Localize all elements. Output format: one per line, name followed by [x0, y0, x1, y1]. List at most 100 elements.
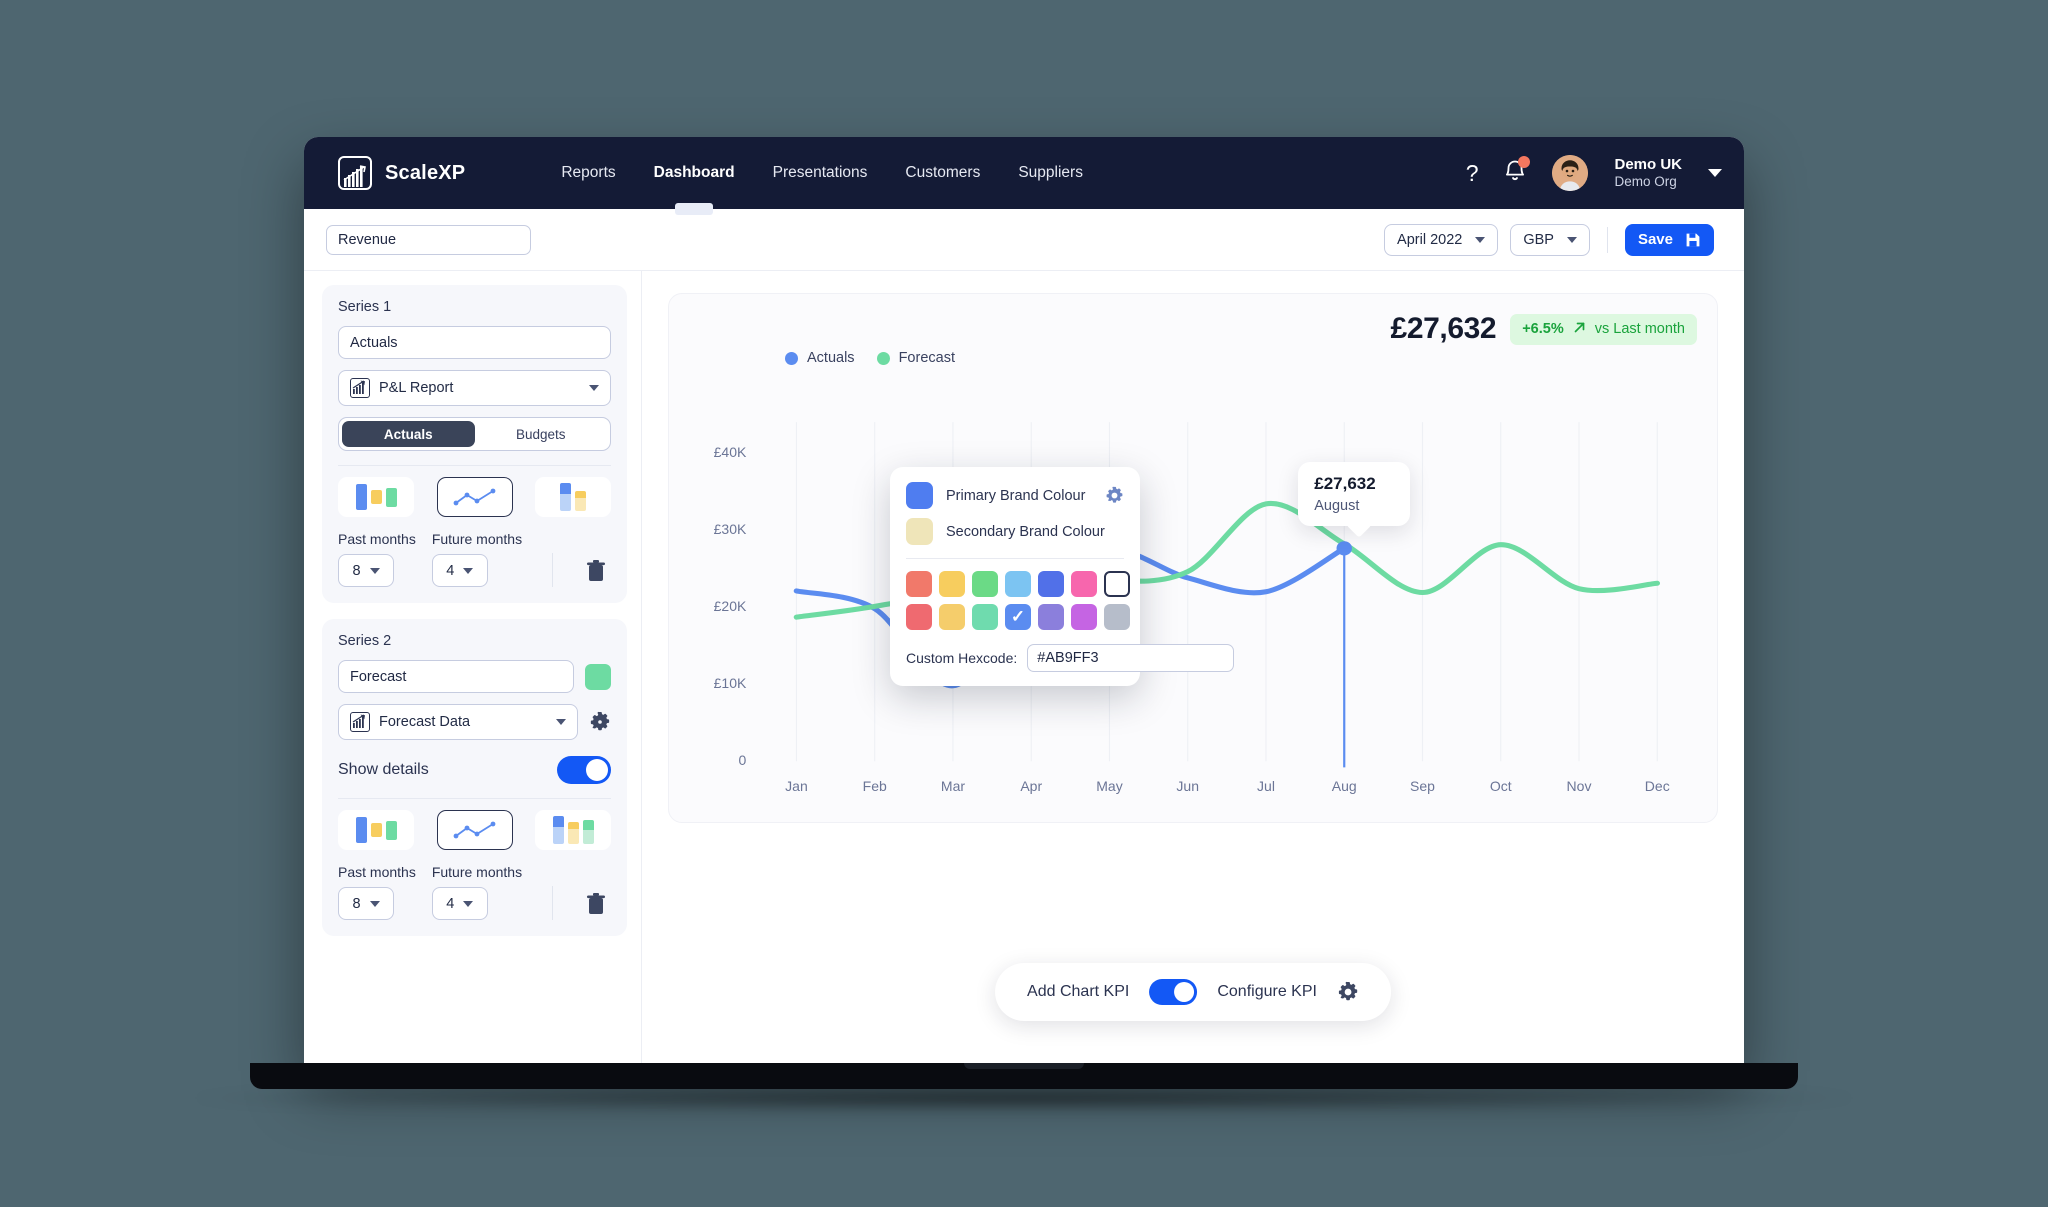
stacked-bar-chart-icon[interactable]: [535, 477, 611, 517]
colour-swatch[interactable]: [1071, 604, 1097, 630]
brand[interactable]: ScaleXP: [338, 156, 465, 190]
primary-brand-row[interactable]: Primary Brand Colour: [906, 482, 1124, 509]
x-axis-tick-label: Dec: [1644, 777, 1670, 794]
chart-header: Actuals Forecast £27,632 +6.5% vs Last m…: [689, 312, 1697, 366]
colour-swatch[interactable]: [1005, 571, 1031, 597]
nav-link-label: Dashboard: [653, 164, 735, 181]
toolbar-right: April 2022 GBP Save: [1384, 223, 1714, 256]
y-axis-tick-label: £40K: [713, 443, 747, 460]
series-name-input[interactable]: [338, 326, 611, 359]
chart-type-row: [338, 477, 611, 517]
colour-swatch[interactable]: [1038, 571, 1064, 597]
series-name-input[interactable]: [338, 660, 574, 693]
colour-swatch[interactable]: [972, 604, 998, 630]
user-block[interactable]: Demo UK Demo Org: [1614, 156, 1682, 191]
gear-icon[interactable]: [589, 711, 611, 733]
colour-swatch[interactable]: ✓: [1005, 604, 1031, 630]
secondary-brand-label: Secondary Brand Colour: [946, 523, 1105, 540]
avatar[interactable]: [1552, 155, 1589, 191]
nav-link-suppliers[interactable]: Suppliers: [1018, 137, 1083, 209]
x-axis-tick-label: Feb: [862, 777, 887, 794]
gear-icon[interactable]: [1337, 981, 1359, 1003]
user-name: Demo UK: [1614, 155, 1682, 173]
colour-swatch[interactable]: [1104, 571, 1130, 597]
notification-dot: [1518, 156, 1531, 168]
trash-icon[interactable]: [585, 559, 607, 583]
nav-link-label: Customers: [905, 164, 981, 181]
toolbar-divider: [1606, 226, 1608, 253]
series-name-row: [338, 326, 611, 359]
add-chart-kpi-toggle[interactable]: [1149, 979, 1198, 1005]
line-chart-icon[interactable]: [436, 810, 513, 850]
chart-svg: [793, 422, 1661, 768]
show-details-toggle[interactable]: [557, 756, 611, 784]
series-card-1: Series 1 Actuals P&L Report Actuals Budg…: [322, 285, 627, 603]
highlight-marker: [1336, 541, 1352, 556]
gear-icon[interactable]: [1105, 486, 1124, 505]
colour-swatch[interactable]: [906, 571, 932, 597]
chart-tooltip: £27,632 August: [1298, 462, 1411, 539]
bar: [355, 484, 367, 510]
bar-chart-icon[interactable]: [338, 810, 414, 850]
nav-link-reports[interactable]: Reports: [561, 137, 615, 209]
colour-swatch[interactable]: [939, 604, 965, 630]
nav-link-dashboard[interactable]: Dashboard: [654, 137, 735, 209]
period-select[interactable]: April 2022: [1384, 223, 1499, 256]
chart-plot-area: 0 £10K £20K £30K £40K Jan Feb Mar Apr May Jun Jul A…: [689, 412, 1703, 808]
chevron-down-icon: [463, 567, 474, 574]
custom-hex-input[interactable]: [1027, 644, 1235, 672]
line-chart-icon[interactable]: [436, 477, 513, 517]
currency-select[interactable]: GBP: [1510, 223, 1590, 256]
chevron-down-icon: [1475, 236, 1486, 243]
actuals-budgets-segmented: Actuals Budgets: [338, 417, 611, 451]
stacked-bar: [567, 822, 579, 844]
bar-chart-logo-icon: [338, 156, 372, 190]
bar: [370, 490, 382, 504]
future-months-select[interactable]: 4: [431, 887, 488, 920]
colour-swatch[interactable]: [1038, 604, 1064, 630]
series-source-select[interactable]: P&L Report: [338, 370, 611, 406]
tooltip-value: £27,632: [1314, 474, 1376, 494]
app-screen: ScaleXP Reports Dashboard Presentations …: [304, 137, 1744, 1065]
notification-bell-icon[interactable]: [1504, 156, 1531, 187]
colour-swatch[interactable]: [972, 571, 998, 597]
past-months-group: Past months 8: [338, 531, 416, 587]
colour-swatch[interactable]: [1071, 571, 1097, 597]
secondary-brand-row[interactable]: Secondary Brand Colour: [906, 518, 1124, 545]
x-axis-tick-label: Jun: [1176, 777, 1200, 794]
past-months-select[interactable]: 8: [338, 554, 394, 587]
question-mark-icon[interactable]: ?: [1466, 161, 1479, 185]
nav-link-customers[interactable]: Customers: [905, 137, 980, 209]
stacked-bar-chart-icon[interactable]: [535, 810, 611, 850]
card-divider: [338, 465, 611, 466]
secondary-brand-swatch[interactable]: [906, 518, 933, 545]
legend-item-actuals[interactable]: Actuals: [785, 350, 855, 366]
colour-swatch[interactable]: [906, 604, 932, 630]
future-months-select[interactable]: 4: [431, 554, 488, 587]
swatch-grid-row-1: [906, 571, 1130, 597]
colour-swatch[interactable]: [1104, 604, 1130, 630]
chart-title-input[interactable]: [326, 224, 531, 255]
trash-icon[interactable]: [585, 892, 607, 916]
x-axis-tick-label: Sep: [1410, 777, 1435, 794]
save-button[interactable]: Save: [1624, 223, 1714, 256]
y-axis-tick-label: £30K: [713, 521, 747, 538]
nav-link-presentations[interactable]: Presentations: [773, 137, 868, 209]
future-months-label: Future months: [431, 864, 523, 880]
past-months-select[interactable]: 8: [338, 887, 394, 920]
series-colour-swatch-button[interactable]: [585, 663, 611, 690]
colour-swatch[interactable]: [939, 571, 965, 597]
segment-actuals[interactable]: Actuals: [342, 421, 475, 447]
series-heading: Series 1: [338, 299, 392, 315]
custom-hex-row: Custom Hexcode:: [906, 644, 1235, 672]
chevron-down-icon: [556, 719, 566, 725]
series-source-select[interactable]: Forecast Data: [338, 704, 578, 740]
user-org: Demo Org: [1614, 173, 1677, 189]
chart-type-row: [338, 810, 611, 850]
legend-item-forecast[interactable]: Forecast: [876, 350, 955, 366]
segment-budgets[interactable]: Budgets: [475, 421, 608, 447]
primary-brand-swatch[interactable]: [906, 482, 933, 509]
chevron-down-icon[interactable]: [1708, 169, 1722, 177]
future-months-value: 4: [446, 895, 455, 912]
bar-chart-icon[interactable]: [338, 477, 414, 517]
